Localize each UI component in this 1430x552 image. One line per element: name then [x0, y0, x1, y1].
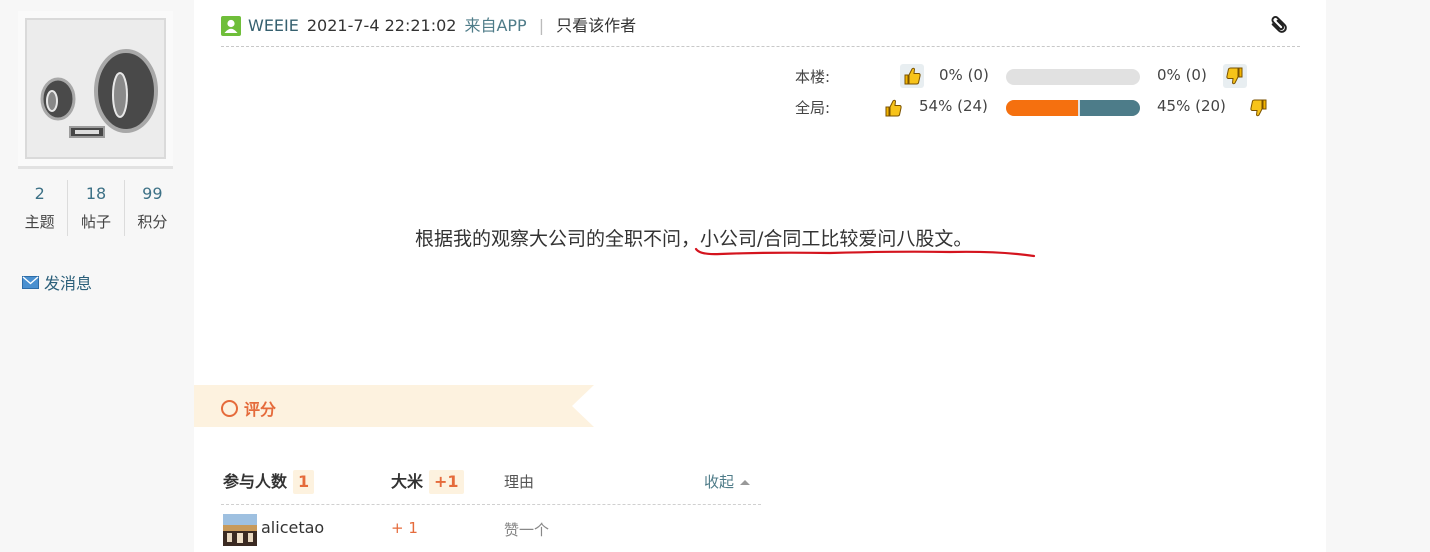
vote-floor-down-button[interactable]	[1223, 64, 1247, 88]
vote-floor-down-percent: 0% (0)	[1157, 66, 1207, 84]
send-message-link[interactable]: 发消息	[22, 270, 92, 294]
vote-row-global: 全局: 54% (24) 45% (20)	[795, 95, 1275, 121]
rating-title-text: 评分	[244, 400, 277, 419]
online-status-icon	[221, 16, 241, 36]
handwritten-underline	[694, 247, 1036, 258]
stat-points-value[interactable]: 99	[125, 180, 180, 208]
vote-global-bar	[1006, 100, 1140, 116]
rating-collapse-toggle[interactable]: 收起	[704, 470, 751, 494]
vote-floor-label: 本楼:	[795, 68, 831, 86]
vote-floor-bar	[1006, 69, 1140, 85]
rating-dami-label: 大米	[391, 472, 424, 491]
rater-username-link[interactable]: alicetao	[261, 518, 324, 537]
thumbs-down-icon	[1250, 99, 1267, 117]
stat-threads-value[interactable]: 2	[12, 180, 67, 208]
vote-floor-up-percent: 0% (0)	[939, 66, 989, 84]
paperclip-icon[interactable]	[1268, 14, 1290, 36]
stat-posts-label[interactable]: 帖子	[68, 208, 123, 236]
rating-title: 评分	[221, 396, 276, 420]
author-sidebar: 2 主题 18 帖子 99 积分 发消息	[0, 0, 194, 552]
rater-reason: 赞一个	[504, 521, 550, 539]
vote-global-down-fill	[1079, 100, 1140, 116]
post-source-link[interactable]: 来自APP	[464, 12, 526, 40]
rating-participants-header: 参与人数 1	[223, 470, 315, 494]
vote-global-up-button[interactable]	[881, 96, 905, 120]
vote-row-floor: 本楼: 0% (0) 0% (0)	[795, 64, 1275, 90]
stat-posts[interactable]: 18 帖子	[67, 180, 123, 236]
rating-circle-icon	[221, 399, 238, 417]
only-author-link[interactable]: 只看该作者	[556, 12, 636, 40]
send-message-label[interactable]: 发消息	[44, 270, 92, 294]
post-datetime: 2021-7-4 22:21:02	[306, 16, 457, 35]
vote-global-down-percent: 45% (20)	[1157, 97, 1226, 115]
stat-points-label[interactable]: 积分	[125, 208, 180, 236]
rating-participants-label: 参与人数	[223, 472, 288, 491]
rater-score: + 1	[391, 519, 418, 537]
right-gutter	[1326, 0, 1430, 552]
stat-threads-label[interactable]: 主题	[12, 208, 67, 236]
thumbs-up-icon	[904, 67, 921, 85]
rating-table-header: 参与人数 1 大米 +1 理由 收起	[221, 468, 761, 505]
rater-avatar[interactable]	[223, 514, 257, 546]
thumbs-up-icon	[885, 99, 902, 117]
thumbs-down-icon	[1226, 67, 1243, 85]
caret-up-icon	[740, 480, 751, 485]
rating-dami-total: +1	[429, 470, 464, 494]
header-separator: |	[538, 16, 545, 35]
post-author-link[interactable]: WEEIE	[248, 12, 299, 40]
rating-collapse-label[interactable]: 收起	[704, 473, 734, 491]
mail-icon	[22, 275, 39, 289]
stat-points[interactable]: 99 积分	[123, 180, 180, 236]
vote-global-up-percent: 54% (24)	[919, 97, 988, 115]
rating-dami-header: 大米 +1	[391, 470, 464, 494]
post-header: WEEIE 2021-7-4 22:21:02 来自APP | 只看该作者	[221, 12, 1300, 47]
vote-global-label: 全局:	[795, 99, 831, 117]
stat-posts-value[interactable]: 18	[68, 180, 123, 208]
author-stats: 2 主题 18 帖子 99 积分	[12, 180, 180, 236]
vote-floor-up-button[interactable]	[900, 64, 924, 88]
vote-global-up-fill	[1006, 100, 1079, 116]
stat-threads[interactable]: 2 主题	[12, 180, 67, 236]
rating-reason-header: 理由	[504, 473, 535, 491]
rating-row: alicetao + 1 赞一个	[221, 512, 761, 548]
author-avatar[interactable]	[18, 11, 173, 169]
vote-global-down-button[interactable]	[1247, 96, 1271, 120]
rating-participants-count: 1	[293, 470, 315, 494]
